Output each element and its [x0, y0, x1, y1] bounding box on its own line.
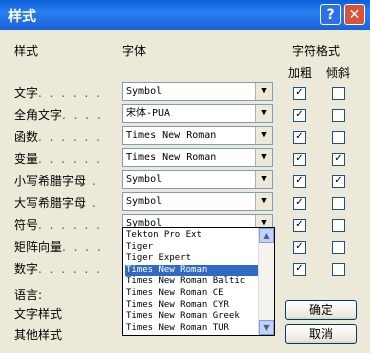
font-select[interactable]: Symbol ▼ [122, 170, 273, 189]
font-option[interactable]: Times New Roman [125, 264, 260, 276]
row-label: 符号. . . . . . [14, 216, 124, 233]
row-leader-dots: . [86, 174, 98, 188]
style-dialog: 样式 ? ✕ 样式 字体 字符格式 加粗 倾斜 文字. . . . . . Sym… [0, 0, 370, 353]
row-label: 矩阵向量. . . . [14, 238, 124, 255]
row-label-text: 全角文字 [14, 108, 63, 122]
italic-checkbox[interactable] [332, 131, 345, 144]
italic-checkbox[interactable] [332, 241, 345, 254]
close-button[interactable]: ✕ [344, 4, 365, 25]
help-button[interactable]: ? [320, 4, 341, 25]
chevron-down-icon[interactable]: ▼ [255, 83, 272, 100]
italic-checkbox[interactable] [332, 87, 345, 100]
bold-checkbox[interactable]: ✓ [293, 241, 306, 254]
row-label-text: 函数 [14, 130, 39, 144]
row-label: 全角文字. . . . [14, 106, 124, 123]
row-leader-dots: . . . . . . [38, 86, 102, 100]
bold-checkbox[interactable]: ✓ [293, 131, 306, 144]
font-select[interactable]: 宋体-PUA ▼ [122, 104, 273, 123]
chevron-down-icon[interactable]: ▼ [255, 149, 272, 166]
font-select-value: Symbol [126, 174, 163, 185]
font-select[interactable]: Symbol ▼ [122, 192, 273, 211]
scroll-up-icon[interactable]: ▲ [259, 228, 274, 243]
column-header-char-format: 字符格式 [292, 44, 341, 58]
bold-checkbox[interactable]: ✓ [293, 219, 306, 232]
dropdown-scrollbar[interactable]: ▲ ▼ [258, 228, 274, 335]
row-label-text: 小写希腊字母 [14, 174, 87, 188]
font-select[interactable]: Times New Roman ▼ [122, 126, 273, 145]
font-option[interactable]: Tiger Expert [125, 253, 260, 264]
row-leader-dots: . [86, 196, 98, 210]
row-leader-dots: . . . . . . [38, 218, 102, 232]
italic-checkbox[interactable]: ✓ [332, 153, 345, 166]
font-option[interactable]: Times New Roman CYR [125, 300, 260, 311]
row-label-text: 数字 [14, 262, 39, 276]
bold-checkbox[interactable]: ✓ [293, 153, 306, 166]
row-label: 小写希腊字母 . [14, 172, 124, 189]
font-option[interactable]: Times New Roman TUR [125, 323, 260, 334]
chevron-down-icon[interactable]: ▼ [255, 127, 272, 144]
row-label: 大写希腊字母 . [14, 194, 124, 211]
scroll-down-icon[interactable]: ▼ [259, 320, 274, 335]
font-option[interactable]: Times New Roman Baltic [125, 276, 260, 287]
row-label-text: 大写希腊字母 [14, 196, 87, 210]
font-dropdown-list[interactable]: Tekton Pro Ext Tiger Tiger Expert Times New… [122, 227, 275, 336]
column-header-style: 样式 [14, 44, 39, 58]
chevron-down-icon[interactable]: ▼ [255, 105, 272, 122]
italic-checkbox[interactable] [332, 197, 345, 210]
font-option[interactable]: Times New Roman CE [125, 288, 260, 299]
column-header-font: 字体 [122, 44, 147, 58]
row-label-text: 矩阵向量 [14, 240, 63, 254]
row-leader-dots: . . . . [62, 108, 103, 122]
row-label: 函数. . . . . . [14, 128, 124, 145]
row-leader-dots: . . . . . . [38, 262, 102, 276]
ok-button[interactable]: 确定 [285, 300, 357, 320]
column-header-italic: 倾斜 [326, 66, 351, 80]
column-header-bold: 加粗 [288, 66, 313, 80]
row-label-text: 变量 [14, 152, 39, 166]
font-select-value: 宋体-PUA [126, 108, 171, 119]
italic-checkbox[interactable]: ✓ [332, 175, 345, 188]
font-select-value: Symbol [126, 196, 163, 207]
font-select[interactable]: Symbol ▼ [122, 82, 273, 101]
row-label-text: 文字 [14, 86, 39, 100]
bold-checkbox[interactable]: ✓ [293, 197, 306, 210]
chevron-down-icon[interactable]: ▼ [255, 193, 272, 210]
bold-checkbox[interactable]: ✓ [293, 109, 306, 122]
font-select-value: Times New Roman [126, 152, 217, 163]
row-label: 变量. . . . . . [14, 150, 124, 167]
bold-checkbox[interactable]: ✓ [293, 87, 306, 100]
italic-checkbox[interactable] [332, 263, 345, 276]
other-style-label: 其他样式 [14, 328, 63, 342]
italic-checkbox[interactable] [332, 219, 345, 232]
font-option[interactable]: Times New Roman Greek [125, 311, 260, 322]
font-option[interactable]: Tekton Pro Ext [125, 230, 260, 241]
language-label: 语言: [14, 288, 43, 302]
row-leader-dots: . . . . [62, 240, 103, 254]
bold-checkbox[interactable]: ✓ [293, 175, 306, 188]
row-label-text: 符号 [14, 218, 39, 232]
cancel-button[interactable]: 取消 [285, 324, 357, 344]
chevron-down-icon[interactable]: ▼ [255, 171, 272, 188]
row-leader-dots: . . . . . . [38, 130, 102, 144]
font-select[interactable]: Times New Roman ▼ [122, 148, 273, 167]
font-select-value: Symbol [126, 86, 163, 97]
title-bar: 样式 ? ✕ [0, 0, 370, 30]
dialog-title: 样式 [8, 9, 36, 25]
row-leader-dots: . . . . . . [38, 152, 102, 166]
text-style-label: 文字样式 [14, 307, 63, 321]
italic-checkbox[interactable] [332, 109, 345, 122]
row-label: 文字. . . . . . [14, 84, 124, 101]
bold-checkbox[interactable]: ✓ [293, 263, 306, 276]
font-select-value: Times New Roman [126, 130, 217, 141]
font-option[interactable]: Tiger [125, 242, 260, 253]
row-label: 数字. . . . . . [14, 260, 124, 277]
